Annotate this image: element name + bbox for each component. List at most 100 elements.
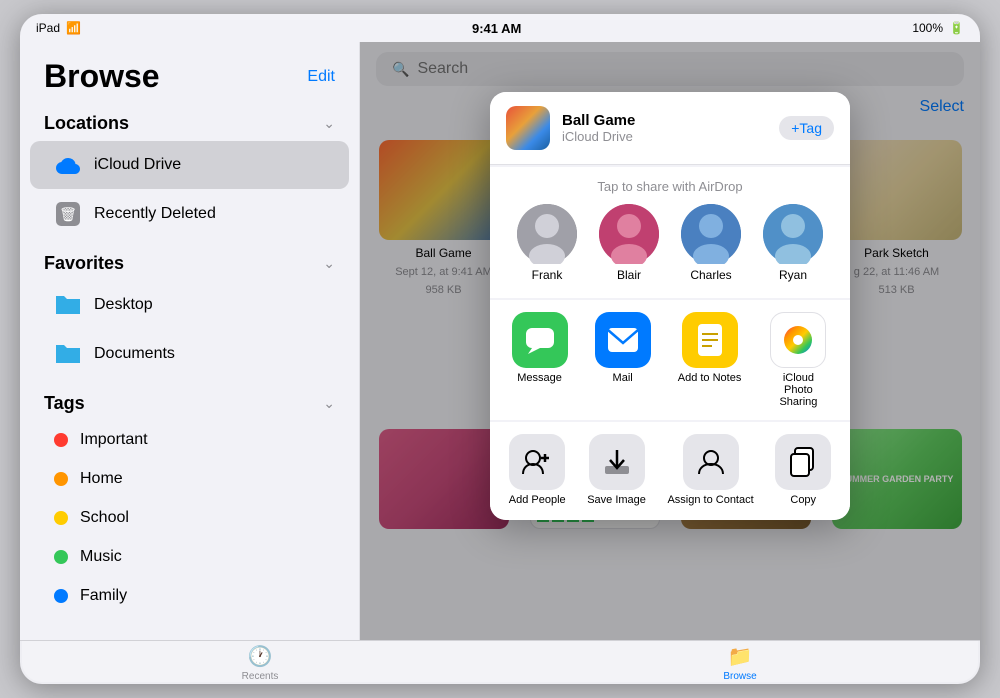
airdrop-section: Tap to share with AirDrop (490, 167, 850, 298)
tab-browse[interactable]: 📁 Browse (500, 644, 980, 682)
browse-icon: 📁 (728, 644, 753, 669)
device-label: iPad (36, 21, 60, 35)
airdrop-contact-ryan[interactable]: Ryan (763, 204, 823, 282)
sidebar-item-documents[interactable]: Documents (30, 330, 349, 378)
mail-label: Mail (613, 372, 633, 384)
main-layout: Browse Edit Locations ⌄ iCloud Drive 🗑 (20, 42, 980, 640)
tab-recents[interactable]: 🕐 Recents (20, 644, 500, 682)
home-tag-label: Home (80, 470, 123, 488)
add-people-icon (509, 434, 565, 490)
share-file-icon (506, 106, 550, 150)
documents-label: Documents (94, 345, 175, 363)
tags-title: Tags (44, 393, 85, 414)
desktop-label: Desktop (94, 296, 153, 314)
locations-chevron-icon: ⌄ (323, 115, 335, 132)
action-item-save-image[interactable]: Save Image (587, 434, 646, 506)
add-tag-button[interactable]: +Tag (779, 116, 834, 140)
status-right: 100% 🔋 (912, 21, 964, 35)
airdrop-label: Tap to share with AirDrop (506, 179, 834, 194)
sidebar-item-home[interactable]: Home (30, 460, 349, 498)
notes-icon (682, 312, 738, 368)
mail-icon (595, 312, 651, 368)
airdrop-contact-charles[interactable]: Charles (681, 204, 741, 282)
action-item-add-people[interactable]: Add People (509, 434, 566, 506)
app-item-mail[interactable]: Mail (595, 312, 651, 408)
battery-icon: 🔋 (949, 21, 964, 35)
contact-name-frank: Frank (532, 268, 563, 282)
sidebar-item-important[interactable]: Important (30, 421, 349, 459)
app-item-message[interactable]: Message (512, 312, 568, 408)
sidebar-item-family[interactable]: Family (30, 577, 349, 615)
icloud-icon (54, 151, 82, 179)
folder-desktop-icon (54, 291, 82, 319)
icloud-photo-icon (770, 312, 826, 368)
notes-label: Add to Notes (678, 372, 742, 384)
important-tag-label: Important (80, 431, 148, 449)
airdrop-contacts: Frank Blair (506, 204, 834, 290)
main-content: 🔍 Select Ball Game Sept 12, at 9:41 AM 9… (360, 42, 980, 640)
action-row: Add People Save Image (490, 422, 850, 520)
music-tag-label: Music (80, 548, 122, 566)
airdrop-contact-frank[interactable]: Frank (517, 204, 577, 282)
airdrop-contact-blair[interactable]: Blair (599, 204, 659, 282)
battery-label: 100% (912, 21, 943, 35)
favorites-chevron-icon: ⌄ (323, 255, 335, 272)
favorites-title: Favorites (44, 253, 124, 274)
save-image-label: Save Image (587, 494, 646, 506)
home-tag-dot (54, 472, 68, 486)
sidebar-title: Browse (44, 58, 160, 95)
copy-label: Copy (790, 494, 816, 506)
wifi-icon: 📶 (66, 21, 81, 35)
avatar-ryan (763, 204, 823, 264)
share-overlay: Ball Game iCloud Drive +Tag Tap to share… (360, 42, 980, 640)
school-tag-label: School (80, 509, 129, 527)
share-file-name: Ball Game (562, 112, 767, 129)
tab-bar: 🕐 Recents 📁 Browse (20, 640, 980, 684)
important-tag-dot (54, 433, 68, 447)
contact-name-ryan: Ryan (779, 268, 807, 282)
action-item-assign-contact[interactable]: Assign to Contact (667, 434, 753, 506)
sidebar-item-recently-deleted[interactable]: 🗑 Recently Deleted (30, 190, 349, 238)
share-header: Ball Game iCloud Drive +Tag (490, 92, 850, 165)
contact-name-blair: Blair (617, 268, 641, 282)
assign-contact-icon (683, 434, 739, 490)
sidebar-item-desktop[interactable]: Desktop (30, 281, 349, 329)
family-tag-label: Family (80, 587, 127, 605)
assign-contact-label: Assign to Contact (667, 494, 753, 506)
favorites-section-header: Favorites ⌄ (20, 239, 359, 280)
avatar-charles (681, 204, 741, 264)
music-tag-dot (54, 550, 68, 564)
contact-name-charles: Charles (690, 268, 731, 282)
sidebar-item-icloud-drive[interactable]: iCloud Drive (30, 141, 349, 189)
sidebar-item-school[interactable]: School (30, 499, 349, 537)
message-icon (512, 312, 568, 368)
status-bar: iPad 📶 9:41 AM 100% 🔋 (20, 14, 980, 42)
copy-icon (775, 434, 831, 490)
locations-title: Locations (44, 113, 129, 134)
sidebar-item-music[interactable]: Music (30, 538, 349, 576)
tags-section-header: Tags ⌄ (20, 379, 359, 420)
avatar-frank (517, 204, 577, 264)
folder-documents-icon (54, 340, 82, 368)
school-tag-dot (54, 511, 68, 525)
share-file-info: Ball Game iCloud Drive (562, 112, 767, 144)
sidebar-header: Browse Edit (20, 50, 359, 99)
message-label: Message (517, 372, 562, 384)
save-image-icon (589, 434, 645, 490)
share-file-location: iCloud Drive (562, 129, 767, 144)
status-left: iPad 📶 (36, 21, 81, 35)
family-tag-dot (54, 589, 68, 603)
recents-tab-label: Recents (242, 671, 279, 682)
edit-button[interactable]: Edit (307, 68, 335, 86)
icloud-drive-label: iCloud Drive (94, 156, 181, 174)
sidebar: Browse Edit Locations ⌄ iCloud Drive 🗑 (20, 42, 360, 640)
action-item-copy[interactable]: Copy (775, 434, 831, 506)
ipad-frame: iPad 📶 9:41 AM 100% 🔋 Browse Edit Locati… (20, 14, 980, 684)
recents-icon: 🕐 (248, 644, 273, 669)
recently-deleted-label: Recently Deleted (94, 205, 216, 223)
trash-icon: 🗑 (54, 200, 82, 228)
app-item-notes[interactable]: Add to Notes (678, 312, 742, 408)
status-time: 9:41 AM (472, 21, 521, 36)
app-row: Message Mail (490, 300, 850, 420)
app-item-icloud-photo[interactable]: iCloud Photo Sharing (768, 312, 828, 408)
